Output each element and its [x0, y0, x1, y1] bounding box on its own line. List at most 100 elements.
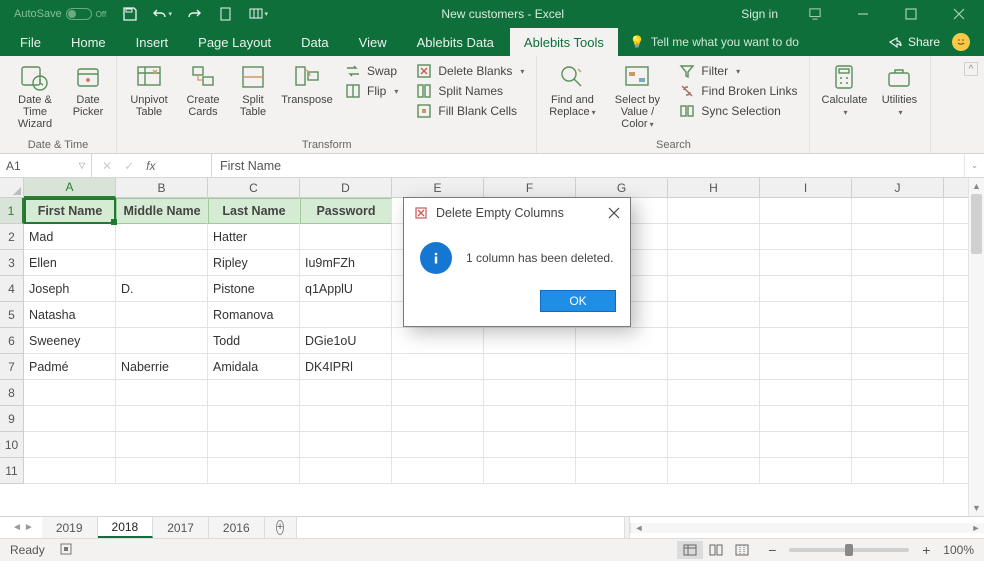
- tab-data[interactable]: Data: [287, 28, 342, 56]
- cell[interactable]: [576, 432, 668, 458]
- cell[interactable]: [760, 354, 852, 380]
- cell[interactable]: [576, 328, 668, 354]
- cell[interactable]: Iu9mFZh: [300, 250, 392, 276]
- cell[interactable]: [576, 406, 668, 432]
- find-broken-button[interactable]: Find Broken Links: [675, 82, 801, 100]
- cell[interactable]: Amidala: [208, 354, 300, 380]
- cell[interactable]: [760, 432, 852, 458]
- redo-button[interactable]: [180, 2, 208, 26]
- cell[interactable]: Joseph: [24, 276, 116, 302]
- cell[interactable]: First Name: [24, 198, 116, 224]
- cell[interactable]: [668, 250, 760, 276]
- cell[interactable]: [576, 354, 668, 380]
- cell[interactable]: [208, 406, 300, 432]
- cell[interactable]: [760, 302, 852, 328]
- cell[interactable]: [300, 458, 392, 484]
- cell[interactable]: [484, 380, 576, 406]
- sync-selection-button[interactable]: Sync Selection: [675, 102, 801, 120]
- cell[interactable]: [668, 198, 760, 224]
- column-header[interactable]: F: [484, 178, 576, 198]
- cell[interactable]: [852, 302, 944, 328]
- column-header[interactable]: B: [116, 178, 208, 198]
- zoom-value[interactable]: 100%: [943, 543, 974, 557]
- row-headers[interactable]: 1234567891011: [0, 198, 24, 484]
- row-header[interactable]: 7: [0, 354, 24, 380]
- cell[interactable]: Romanova: [208, 302, 300, 328]
- tab-page-layout[interactable]: Page Layout: [184, 28, 285, 56]
- cell[interactable]: [760, 328, 852, 354]
- cell[interactable]: [668, 458, 760, 484]
- cell[interactable]: [668, 406, 760, 432]
- cell[interactable]: [852, 458, 944, 484]
- cell[interactable]: [668, 302, 760, 328]
- column-header[interactable]: G: [576, 178, 668, 198]
- cell[interactable]: [760, 250, 852, 276]
- ribbon-options-button[interactable]: [796, 2, 834, 26]
- cell[interactable]: Hatter: [208, 224, 300, 250]
- filter-button[interactable]: Filter▾: [675, 62, 801, 80]
- cell[interactable]: [760, 458, 852, 484]
- cell[interactable]: Naberrie: [116, 354, 208, 380]
- accept-formula-button[interactable]: ✓: [124, 159, 134, 173]
- qat-new-button[interactable]: [212, 2, 240, 26]
- cell[interactable]: DK4IPRl: [300, 354, 392, 380]
- split-names-button[interactable]: Split Names: [412, 82, 528, 100]
- view-normal-button[interactable]: [677, 541, 703, 559]
- cell[interactable]: [668, 276, 760, 302]
- dialog-ok-button[interactable]: OK: [540, 290, 616, 312]
- scroll-down-button[interactable]: ▼: [969, 500, 984, 516]
- horizontal-scrollbar[interactable]: ◄ ►: [630, 523, 984, 533]
- cell[interactable]: [852, 406, 944, 432]
- column-header[interactable]: D: [300, 178, 392, 198]
- row-header[interactable]: 8: [0, 380, 24, 406]
- cell[interactable]: [852, 328, 944, 354]
- cell[interactable]: Pistone: [208, 276, 300, 302]
- row-header[interactable]: 1: [0, 198, 24, 224]
- undo-button[interactable]: ▾: [148, 2, 176, 26]
- cell[interactable]: [208, 380, 300, 406]
- cell[interactable]: [484, 354, 576, 380]
- cell[interactable]: [300, 302, 392, 328]
- cell[interactable]: [484, 406, 576, 432]
- cell[interactable]: [852, 276, 944, 302]
- cell[interactable]: Ripley: [208, 250, 300, 276]
- cell[interactable]: Password: [300, 198, 392, 224]
- qat-touch-button[interactable]: ▾: [244, 2, 272, 26]
- sheet-tab-2018[interactable]: 2018: [98, 517, 154, 538]
- cell[interactable]: Last Name: [208, 198, 300, 224]
- save-button[interactable]: [116, 2, 144, 26]
- split-table-button[interactable]: Split Table: [233, 60, 273, 118]
- cell[interactable]: [392, 406, 484, 432]
- cell[interactable]: D.: [116, 276, 208, 302]
- cell[interactable]: [576, 458, 668, 484]
- cell[interactable]: DGie1oU: [300, 328, 392, 354]
- scroll-thumb[interactable]: [971, 194, 982, 254]
- cell[interactable]: [760, 198, 852, 224]
- tab-view[interactable]: View: [345, 28, 401, 56]
- cell[interactable]: [760, 406, 852, 432]
- column-header[interactable]: A: [24, 178, 116, 198]
- find-replace-button[interactable]: Find and Replace▾: [545, 60, 599, 119]
- cell[interactable]: [760, 276, 852, 302]
- column-header[interactable]: C: [208, 178, 300, 198]
- row-header[interactable]: 11: [0, 458, 24, 484]
- close-button[interactable]: [940, 2, 978, 26]
- cell[interactable]: [760, 380, 852, 406]
- tab-ablebits-tools[interactable]: Ablebits Tools: [510, 28, 618, 56]
- row-header[interactable]: 6: [0, 328, 24, 354]
- tab-file[interactable]: File: [6, 28, 55, 56]
- formula-input[interactable]: First Name: [212, 154, 964, 177]
- tab-insert[interactable]: Insert: [122, 28, 183, 56]
- unpivot-table-button[interactable]: Unpivot Table: [125, 60, 173, 118]
- cell[interactable]: [668, 380, 760, 406]
- column-header[interactable]: J: [852, 178, 944, 198]
- cell[interactable]: [24, 458, 116, 484]
- sheet-nav[interactable]: ◄ ►: [0, 517, 42, 538]
- cell[interactable]: [24, 432, 116, 458]
- cell[interactable]: [852, 432, 944, 458]
- autosave-toggle[interactable]: AutoSave Off: [8, 8, 112, 20]
- cell[interactable]: [668, 224, 760, 250]
- cell[interactable]: Ellen: [24, 250, 116, 276]
- expand-formula-button[interactable]: ⌄: [964, 154, 984, 177]
- row-header[interactable]: 9: [0, 406, 24, 432]
